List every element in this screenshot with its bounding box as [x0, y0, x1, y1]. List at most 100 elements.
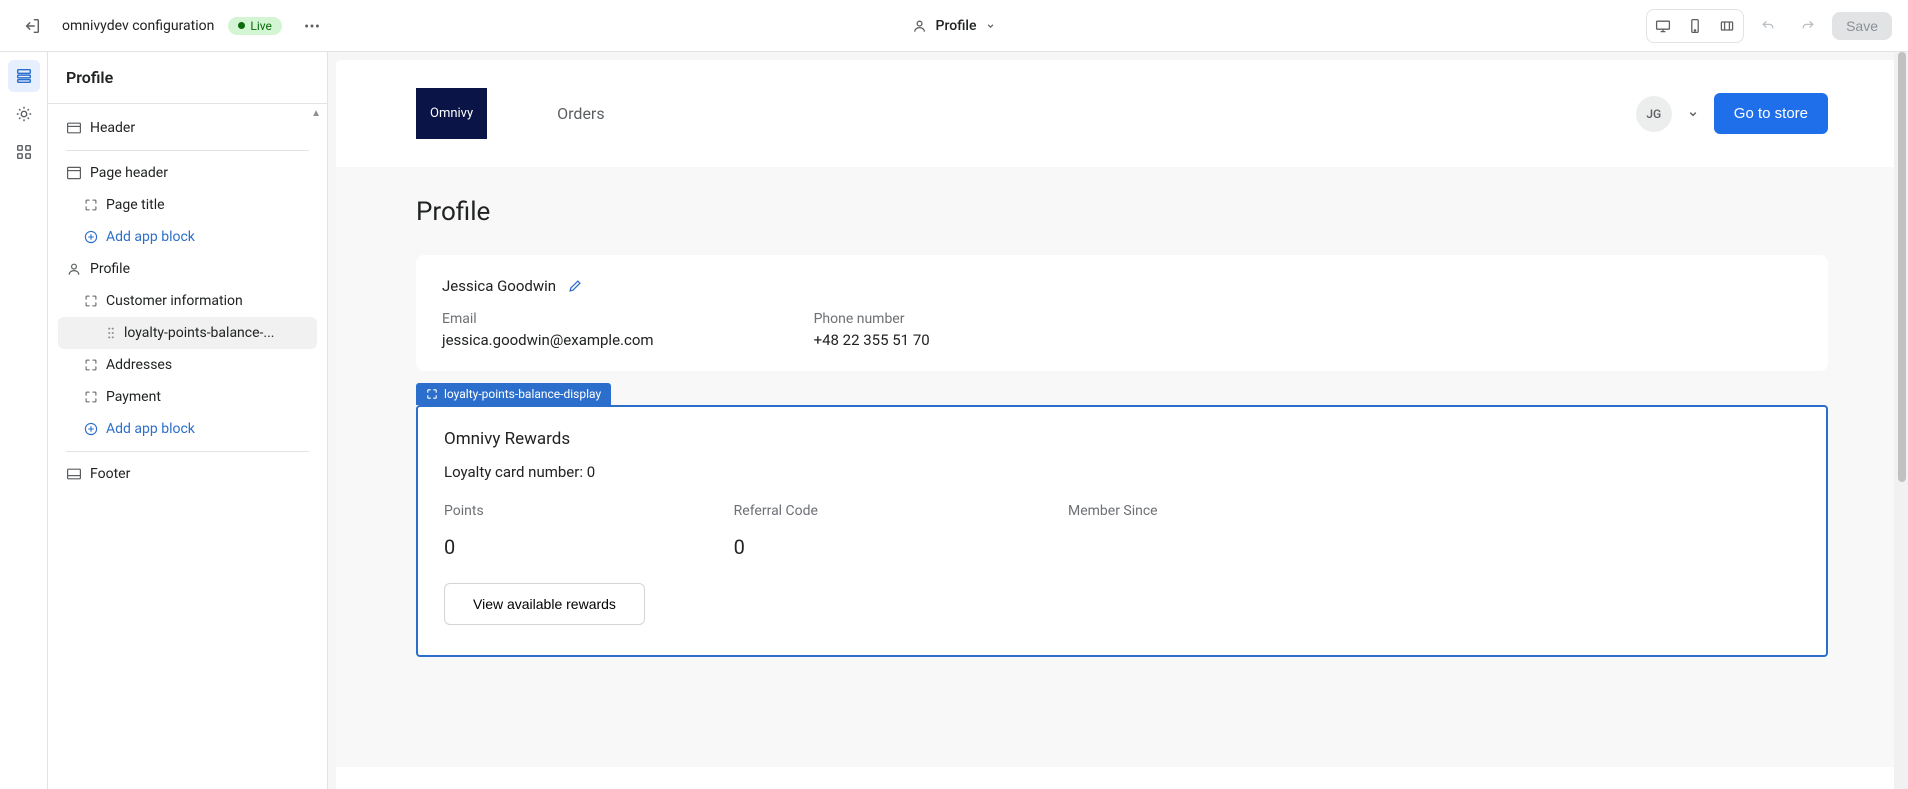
- sections-icon: [15, 67, 33, 85]
- gear-icon: [15, 105, 33, 123]
- sidebar-item-label: Profile: [90, 261, 130, 277]
- referral-block: Referral Code 0: [734, 503, 818, 559]
- referral-value: 0: [734, 535, 818, 559]
- sidebar-item-addresses[interactable]: Addresses: [58, 349, 317, 381]
- sidebar-item-header[interactable]: Header: [58, 112, 317, 144]
- footer-icon: [66, 466, 82, 482]
- phone-block: Phone number +48 22 355 51 70: [814, 311, 930, 349]
- email-label: Email: [442, 311, 654, 327]
- app-body: Profile ▲ Header Page header Page title …: [0, 52, 1908, 789]
- sidebar: Profile ▲ Header Page header Page title …: [48, 52, 328, 789]
- app-name: omnivydev configuration: [62, 18, 214, 34]
- rewards-grid: Points 0 Referral Code 0 Member Since: [444, 503, 1800, 559]
- member-since-block: Member Since: [1068, 503, 1158, 559]
- add-app-block-2[interactable]: Add app block: [58, 413, 317, 445]
- sections-rail-button[interactable]: [8, 60, 40, 92]
- chevron-down-icon: [984, 20, 996, 32]
- more-menu-button[interactable]: [296, 10, 328, 42]
- nav-orders[interactable]: Orders: [557, 104, 604, 123]
- block-icon: [84, 358, 98, 372]
- avatar[interactable]: JG: [1636, 96, 1672, 132]
- email-value: jessica.goodwin@example.com: [442, 331, 654, 349]
- sidebar-item-label: Payment: [106, 389, 161, 405]
- drag-handle-icon: [106, 326, 116, 340]
- sidebar-content: Header Page header Page title Add app bl…: [48, 104, 327, 498]
- customer-info-card: Jessica Goodwin Email jessica.goodwin@ex…: [416, 255, 1828, 371]
- fullwidth-view-button[interactable]: [1711, 10, 1743, 42]
- mobile-icon: [1687, 18, 1703, 34]
- sidebar-item-label: Footer: [90, 466, 130, 482]
- sidebar-item-loyalty-block[interactable]: loyalty-points-balance-...: [58, 317, 317, 349]
- page-header-icon: [66, 165, 82, 181]
- apps-rail-button[interactable]: [8, 136, 40, 168]
- view-rewards-button[interactable]: View available rewards: [444, 583, 645, 625]
- block-icon: [84, 198, 98, 212]
- referral-label: Referral Code: [734, 503, 818, 519]
- customer-info-grid: Email jessica.goodwin@example.com Phone …: [442, 311, 1802, 349]
- selected-block-tag[interactable]: loyalty-points-balance-display: [416, 383, 611, 405]
- page-body: Profile Jessica Goodwin Email jessica.go…: [336, 167, 1908, 767]
- edit-name-button[interactable]: [568, 279, 582, 293]
- phone-label: Phone number: [814, 311, 930, 327]
- loyalty-card-number: Loyalty card number: 0: [444, 463, 1800, 481]
- block-tag-label: loyalty-points-balance-display: [444, 387, 601, 401]
- sidebar-item-payment[interactable]: Payment: [58, 381, 317, 413]
- page-selector[interactable]: Profile: [912, 18, 997, 34]
- scrollbar-thumb[interactable]: [1898, 52, 1906, 482]
- sidebar-item-label: Add app block: [106, 421, 195, 437]
- rewards-title: Omnivy Rewards: [444, 429, 1800, 449]
- more-icon: [303, 17, 321, 35]
- live-dot-icon: [238, 22, 245, 29]
- fullwidth-icon: [1719, 18, 1735, 34]
- divider: [66, 451, 309, 452]
- sidebar-item-footer[interactable]: Footer: [58, 458, 317, 490]
- sidebar-item-label: Addresses: [106, 357, 172, 373]
- redo-icon: [1800, 18, 1816, 34]
- sidebar-item-label: Page title: [106, 197, 165, 213]
- topbar-right: Save: [1646, 9, 1892, 43]
- chevron-down-icon[interactable]: [1686, 107, 1700, 121]
- divider: [66, 150, 309, 151]
- header-icon: [66, 120, 82, 136]
- undo-button[interactable]: [1752, 10, 1784, 42]
- settings-rail-button[interactable]: [8, 98, 40, 130]
- page-title: Profile: [416, 197, 1828, 227]
- topbar: omnivydev configuration Live Profile: [0, 0, 1908, 52]
- exit-button[interactable]: [16, 10, 48, 42]
- pencil-icon: [568, 279, 582, 293]
- customer-name-row: Jessica Goodwin: [442, 277, 1802, 295]
- sidebar-item-label: Header: [90, 120, 135, 136]
- sidebar-item-page-title[interactable]: Page title: [58, 189, 317, 221]
- device-switcher: [1646, 9, 1744, 43]
- exit-icon: [23, 17, 41, 35]
- profile-icon: [66, 261, 82, 277]
- page-selector-label: Profile: [936, 18, 977, 34]
- block-icon: [84, 294, 98, 308]
- topbar-left: omnivydev configuration Live: [16, 10, 328, 42]
- desktop-view-button[interactable]: [1647, 10, 1679, 42]
- phone-value: +48 22 355 51 70: [814, 331, 930, 349]
- store-header-left: Omnivy Orders: [416, 88, 605, 139]
- live-label: Live: [250, 19, 271, 33]
- sidebar-item-customer-info[interactable]: Customer information: [58, 285, 317, 317]
- redo-button[interactable]: [1792, 10, 1824, 42]
- store-logo[interactable]: Omnivy: [416, 88, 487, 139]
- points-label: Points: [444, 503, 484, 519]
- save-button[interactable]: Save: [1832, 12, 1892, 40]
- plus-circle-icon: [84, 422, 98, 436]
- collapse-caret-icon[interactable]: ▲: [311, 108, 321, 119]
- sidebar-item-page-header[interactable]: Page header: [58, 157, 317, 189]
- mobile-view-button[interactable]: [1679, 10, 1711, 42]
- points-value: 0: [444, 535, 484, 559]
- member-since-label: Member Since: [1068, 503, 1158, 519]
- sidebar-item-label: Page header: [90, 165, 168, 181]
- add-app-block-1[interactable]: Add app block: [58, 221, 317, 253]
- go-to-store-button[interactable]: Go to store: [1714, 93, 1828, 134]
- left-rail: [0, 52, 48, 789]
- undo-icon: [1760, 18, 1776, 34]
- scrollbar-track[interactable]: [1894, 52, 1908, 789]
- plus-circle-icon: [84, 230, 98, 244]
- sidebar-item-profile[interactable]: Profile: [58, 253, 317, 285]
- profile-icon: [912, 18, 928, 34]
- block-icon: [426, 388, 438, 400]
